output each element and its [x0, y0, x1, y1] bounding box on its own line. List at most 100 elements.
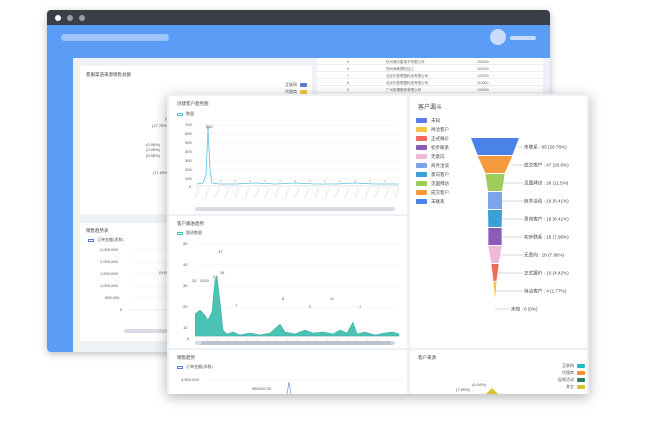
window-maximize-dot[interactable] — [79, 15, 85, 21]
legend-item[interactable]: 代理商 — [530, 369, 585, 376]
legend-item[interactable]: 互联网 — [530, 362, 585, 369]
funnel-legend-item[interactable]: 未联系 — [416, 197, 449, 206]
header-placeholder-bar — [61, 34, 169, 41]
funnel-stage-label: 待洽客户 : 4 (1.77%) — [524, 288, 567, 295]
legend-item[interactable]: 促销活动 — [530, 376, 585, 383]
funnel-legend-item[interactable]: 无意向 — [416, 152, 449, 161]
pie-label: (5.88%) — [146, 153, 161, 158]
funnel-stage[interactable] — [491, 264, 499, 281]
legend-label: 跟进数量 — [186, 230, 202, 235]
table-row[interactable]: 8 北京华夏联盟科技有限公司 110000 — [317, 79, 543, 86]
chart4-pie-top — [486, 388, 498, 394]
sales-legend[interactable]: 订单金额(求和) — [88, 237, 124, 243]
legend-swatch — [416, 181, 427, 186]
window-minimize-dot[interactable] — [67, 15, 73, 21]
front-window: 创建客户趋势图 数量 700 600 500 400 300 200 100 0… — [167, 94, 589, 394]
legend-swatch — [177, 231, 183, 235]
row-index: 9 — [347, 87, 349, 92]
funnel-legend-item[interactable]: 成交客户 — [416, 188, 449, 197]
window-close-dot[interactable] — [55, 15, 61, 21]
funnel-stage[interactable] — [471, 138, 519, 155]
user-name-placeholder[interactable] — [510, 36, 536, 40]
app-header — [47, 25, 550, 58]
chart2-area-plot — [195, 243, 400, 342]
legend-label: 互联网 — [562, 362, 574, 368]
table-row[interactable]: 7 北京华夏联盟科技有限公司 120000 — [317, 72, 543, 79]
funnel-legend: 未知待洽客户正式报价 初步联系无意向商务洽谈意向客户见面拜访成交客户未联系 — [416, 116, 449, 206]
legend-label: 意向客户 — [431, 171, 449, 177]
funnel-stage[interactable] — [485, 174, 505, 191]
funnel-stage-label: 正式报价 : 10 (4.42%) — [524, 270, 569, 277]
legend-swatch — [416, 163, 427, 168]
legend-item[interactable]: 互联网 — [255, 81, 307, 88]
legend-swatch — [416, 127, 427, 132]
legend-label: 订单金额(求和) — [97, 237, 124, 242]
chart1-line-plot — [195, 124, 400, 199]
funnel-legend-item[interactable]: 意向客户 — [416, 170, 449, 179]
funnel-stage[interactable] — [487, 210, 503, 227]
legend-label: 其它 — [566, 383, 574, 389]
funnel-stage[interactable] — [477, 156, 513, 173]
row-company: 北京华夏联盟科技有限公司 — [386, 80, 428, 85]
y-tick: 2,000,000 — [100, 259, 118, 264]
legend-swatch — [577, 377, 585, 382]
legend-swatch — [577, 384, 585, 389]
funnel-legend-item[interactable]: 见面拜访 — [416, 179, 449, 188]
chart2-legend[interactable]: 跟进数量 — [177, 230, 202, 236]
y-tick: 1,500,000 — [100, 271, 118, 276]
legend-label: 订单金额(求和) — [186, 364, 213, 369]
funnel-stage[interactable] — [487, 192, 503, 209]
funnel-stage[interactable] — [488, 228, 502, 245]
funnel-stage-label: 商务洽谈 : 19 (8.41%) — [524, 198, 569, 205]
row-value: 110000 — [477, 80, 489, 85]
chart4-panel: 客户来源 互联网 代理商 促销活动 其它 (4.04%) (7.89%) — [410, 350, 587, 394]
funnel-stage[interactable] — [493, 282, 497, 299]
y-tick: 2,000,000 — [100, 247, 118, 252]
funnel-stage-label: 成交客户 : 47 (20.8%) — [524, 162, 569, 169]
table-row[interactable]: 5 杭州满天星电子有限公司 150000 — [317, 58, 543, 65]
row-value: 120000 — [477, 73, 489, 78]
funnel-legend-item[interactable]: 正式报价 — [416, 134, 449, 143]
pie-label: (4.04%) — [472, 382, 487, 387]
legend-label: 商务洽谈 — [431, 162, 449, 168]
funnel-chart: 未联系 : 65 (28.76%) 成交客户 : 47 (20.8%) 见面拜访 :… — [471, 138, 569, 313]
chart1-series-line — [196, 127, 399, 185]
y-tick: 500 — [185, 140, 192, 145]
avatar[interactable] — [490, 29, 506, 45]
legend-swatch — [416, 118, 427, 123]
legend-label: 见面拜访 — [431, 180, 449, 186]
legend-swatch — [577, 363, 585, 368]
legend-item[interactable]: 其它 — [530, 383, 585, 390]
legend-label: 数量 — [186, 111, 194, 116]
chart3-legend[interactable]: 订单金额(求和) — [177, 364, 213, 370]
chart1-legend[interactable]: 数量 — [177, 111, 194, 117]
legend-label: 未知 — [431, 117, 440, 123]
chart2-scrollbar[interactable] — [195, 341, 395, 345]
y-tick: 3,500,000 — [181, 377, 199, 382]
legend-label: 初步联系 — [431, 144, 449, 150]
funnel-stage[interactable] — [488, 246, 502, 263]
sidebar — [47, 58, 73, 352]
legend-label: 待洽客户 — [431, 126, 449, 132]
chart2-panel: 客户跟进趋势 跟进数量 50 40 30 20 10 0 47 34 24 20… — [169, 216, 407, 348]
row-index: 6 — [347, 66, 349, 71]
y-tick: 700 — [185, 122, 192, 127]
legend-swatch — [177, 365, 183, 369]
funnel-legend-item[interactable]: 未知 — [416, 116, 449, 125]
legend-label: 成交客户 — [431, 189, 449, 195]
panel-title: 创建客户趋势图 — [177, 101, 209, 106]
table-row[interactable]: 6 郑州海粤塑料加工 180000 — [317, 65, 543, 72]
table-row[interactable]: 9 广州彩蝶服饰有限公司 100000 — [317, 86, 543, 93]
y-tick: 10 — [183, 325, 188, 330]
funnel-legend-item[interactable]: 初步联系 — [416, 143, 449, 152]
chart2-series-area — [195, 275, 400, 337]
chart1-scrollbar[interactable] — [195, 207, 395, 211]
legend-label: 无意向 — [431, 153, 445, 159]
funnel-legend-item[interactable]: 商务洽谈 — [416, 161, 449, 170]
scroll-thumb[interactable] — [201, 341, 391, 345]
legend-swatch — [416, 136, 427, 141]
chart1-panel: 创建客户趋势图 数量 700 600 500 400 300 200 100 0… — [169, 96, 407, 214]
funnel-stage-label: 初步联系 : 18 (7.96%) — [524, 234, 569, 241]
funnel-legend-item[interactable]: 待洽客户 — [416, 125, 449, 134]
funnel-stage-label: 未联系 : 65 (28.76%) — [524, 144, 567, 151]
